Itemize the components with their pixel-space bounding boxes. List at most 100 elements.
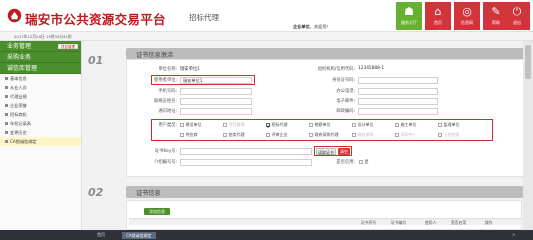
- bottom-taskbar: 首页 CA锁诚信绑定 ✕: [0, 230, 533, 240]
- checkbox-icon: [180, 123, 184, 127]
- user-type-label-6: 监理单位: [443, 122, 460, 127]
- user-type-label-10: 政府采购代理: [314, 132, 339, 137]
- enabled-checkbox[interactable]: 是: [359, 159, 369, 165]
- login-status: 企业单位，欢迎您！: [293, 24, 331, 30]
- user-type-label-11: 政府采购: [357, 132, 374, 137]
- logout-tile[interactable]: ⏻ 退出: [504, 2, 530, 30]
- menu-group-business[interactable]: 业务管理 项目管理: [0, 41, 81, 52]
- home-icon: ⌂: [434, 5, 442, 18]
- sidebar-item-opportunities[interactable]: 招标商机: [0, 110, 81, 119]
- office-phone-input[interactable]: [358, 87, 438, 95]
- user-type-design[interactable]: 设计单位: [352, 122, 374, 128]
- home-tile[interactable]: ⌂ 首页: [425, 2, 451, 30]
- menu-group-purchase-label: 采购业务: [7, 54, 32, 61]
- sidebar-item-ca-binding[interactable]: CA锁诚信绑定: [0, 137, 81, 146]
- org-code-value: 12345888-1: [358, 66, 385, 71]
- phone-input[interactable]: [180, 87, 252, 95]
- service-hall-label: 服务大厅: [401, 20, 417, 25]
- menu-group-credit[interactable]: 诚信库管理: [0, 63, 81, 74]
- cert-activation-form: 单位名称: 瑞安单位1 组织机构/信用代码: 12345888-1 使用者单位:…: [126, 59, 526, 177]
- intro-number-input[interactable]: [180, 158, 312, 166]
- col-enabled: 是否启用: [451, 220, 467, 225]
- user-type-bidding-agent[interactable]: 招标代理: [266, 122, 288, 128]
- email-input[interactable]: [358, 97, 438, 105]
- logout-label: 退出: [513, 20, 521, 25]
- login-unit: 企业单位: [293, 24, 310, 29]
- user-type-auction-agent[interactable]: 拍卖代理: [223, 132, 245, 138]
- service-hall-icon: ☗: [404, 5, 414, 18]
- read-cert-button[interactable]: 读取证书: [316, 147, 336, 155]
- sidebar-item-performance[interactable]: 代理业绩: [0, 92, 81, 101]
- user-type-supplier[interactable]: 供应商: [180, 132, 198, 138]
- checkbox-icon: [359, 160, 363, 164]
- menu-group-credit-label: 诚信库管理: [7, 65, 38, 72]
- user-unit-input[interactable]: 瑞安单位1: [180, 76, 252, 84]
- checkbox-icon: [438, 123, 442, 127]
- clear-button[interactable]: 清空: [338, 147, 350, 155]
- user-type-survey[interactable]: 勘察单位: [309, 122, 331, 128]
- user-type-review[interactable]: 评审企业: [266, 132, 288, 138]
- checkbox-icon: [223, 133, 227, 137]
- home-label: 首页: [434, 20, 442, 25]
- info-network-icon: ◎: [462, 5, 472, 18]
- id-number-input[interactable]: [358, 76, 438, 84]
- user-type-construction-unit[interactable]: 施工单位: [395, 122, 417, 128]
- step-number-2: 02: [88, 186, 104, 199]
- help-icon: ✎: [491, 5, 501, 18]
- contact-name-input[interactable]: [180, 97, 252, 105]
- user-type-construction[interactable]: 建设单位: [180, 122, 202, 128]
- info-network-tile[interactable]: ◎ 信息网: [454, 2, 480, 30]
- add-info-button[interactable]: 添加信息: [144, 208, 170, 215]
- user-type-land-auction[interactable]: 土地拍卖: [438, 132, 460, 138]
- col-cert-no: 证书编号: [391, 220, 407, 225]
- service-hall-tile[interactable]: ☗ 服务大厅: [396, 2, 422, 30]
- section-title-cert-info: 证书信息: [136, 190, 161, 197]
- user-type-gov-purchase-agent[interactable]: 政府采购代理: [309, 132, 339, 138]
- user-type-purchase-center[interactable]: 采购中心: [395, 132, 417, 138]
- checkbox-icon: [352, 133, 356, 137]
- taskbar-close-icon[interactable]: ✕: [512, 232, 515, 237]
- user-type-label-13: 土地拍卖: [443, 132, 460, 137]
- user-type-label-9: 评审企业: [271, 132, 288, 137]
- sidebar-item-staff[interactable]: 从业人员: [0, 83, 81, 92]
- site-title: 瑞安市公共资源交易平台: [25, 12, 166, 27]
- user-type-supervision[interactable]: 监理单位: [438, 122, 460, 128]
- postal-label: 邮政编码:: [336, 109, 355, 114]
- scrollbar-thumb[interactable]: [525, 45, 531, 79]
- address-label: 通讯地址:: [158, 109, 177, 114]
- user-type-label-7: 供应商: [185, 132, 198, 137]
- sidebar-item-change-history[interactable]: 变更历史: [0, 128, 81, 137]
- user-unit-label: 使用者单位:: [154, 78, 177, 83]
- intro-number-label: 介绍编号号:: [154, 160, 177, 165]
- sidebar-item-basic-info[interactable]: 基本信息: [0, 74, 81, 83]
- checkbox-icon: [438, 133, 442, 137]
- cert-key-label: 证书Key号:: [154, 149, 177, 154]
- page-scrollbar[interactable]: [523, 41, 533, 230]
- address-input[interactable]: [180, 107, 252, 115]
- cert-key-input[interactable]: [180, 147, 312, 155]
- sidebar-item-annual-check[interactable]: 年检记录表: [0, 119, 81, 128]
- section-title: 招标代理: [189, 13, 219, 22]
- col-user: 使用人: [425, 220, 437, 225]
- sidebar: 业务管理 项目管理 采购业务 诚信库管理 基本信息 从业人员 代理业绩 企业荣誉…: [0, 41, 82, 230]
- user-type-label-3: 勘察单位: [314, 122, 331, 127]
- col-cert-seq: 证书序号: [361, 220, 377, 225]
- sidebar-item-honors[interactable]: 企业荣誉: [0, 101, 81, 110]
- user-type-gov-purchase[interactable]: 政府采购: [352, 132, 374, 138]
- taskbar-home[interactable]: 首页: [97, 232, 105, 238]
- info-network-label: 信息网: [461, 20, 473, 25]
- user-type-label-5: 施工单位: [400, 122, 417, 127]
- enabled-value: 是: [364, 159, 369, 164]
- project-manage-button[interactable]: 项目管理: [58, 44, 78, 49]
- login-greeting: ，欢迎您！: [309, 24, 331, 29]
- user-type-label-0: 建设单位: [185, 122, 202, 127]
- col-actions: 操作: [485, 220, 493, 225]
- checkbox-icon: [180, 133, 184, 137]
- postal-input[interactable]: [358, 107, 438, 115]
- org-code-label: 组织机构/信用代码:: [317, 67, 355, 72]
- menu-group-purchase[interactable]: 采购业务: [0, 52, 81, 63]
- user-type-project-manage[interactable]: 项目管理: [223, 122, 245, 128]
- cert-info-panel: 添加信息 证书序号 证书编号 使用人 是否启用 操作: [126, 200, 525, 230]
- section-header-cert-info: 证书信息: [126, 186, 526, 198]
- taskbar-ca-binding[interactable]: CA锁诚信绑定: [122, 231, 156, 239]
